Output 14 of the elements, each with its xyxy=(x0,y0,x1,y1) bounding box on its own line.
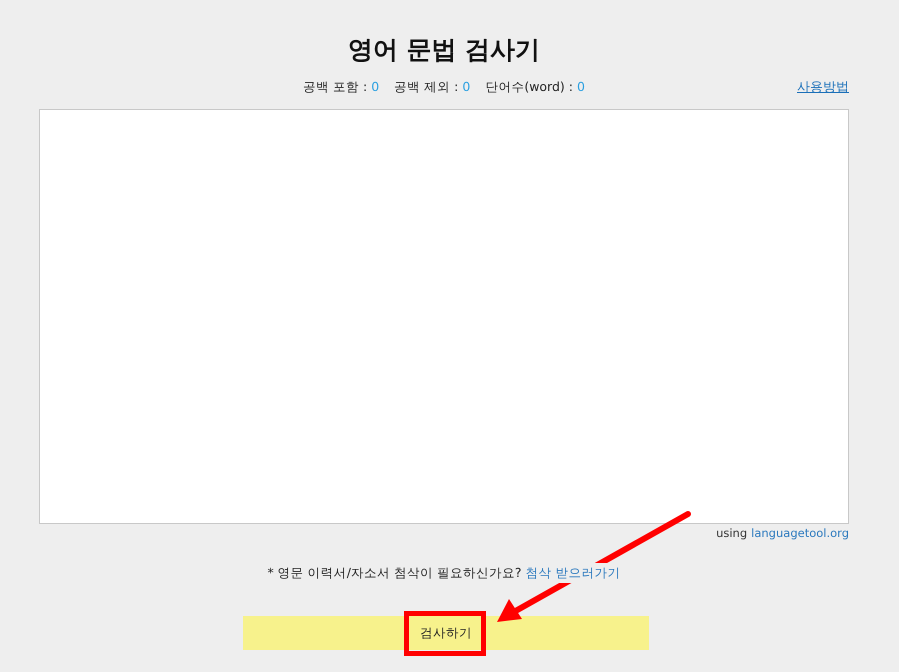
note-text: * 영문 이력서/자소서 첨삭이 필요하신가요? xyxy=(268,564,522,582)
count-value: 0 xyxy=(462,78,470,96)
count-label: 공백 제외 : xyxy=(394,78,458,96)
count-label: 공백 포함 : xyxy=(303,78,368,96)
page-title: 영어 문법 검사기 xyxy=(346,34,542,66)
text-input-area[interactable] xyxy=(39,109,849,524)
credit-text: using xyxy=(716,525,748,542)
note-link[interactable]: 첨삭 받으러가기 xyxy=(526,563,620,583)
credit-link[interactable]: languagetool.org xyxy=(751,524,849,542)
count-value: 0 xyxy=(371,78,380,96)
count-label: 단어수(word) : xyxy=(485,78,573,96)
check-button[interactable]: 검사하기 xyxy=(243,616,649,650)
count-value: 0 xyxy=(576,78,585,96)
help-link[interactable]: 사용방법 xyxy=(797,78,849,96)
